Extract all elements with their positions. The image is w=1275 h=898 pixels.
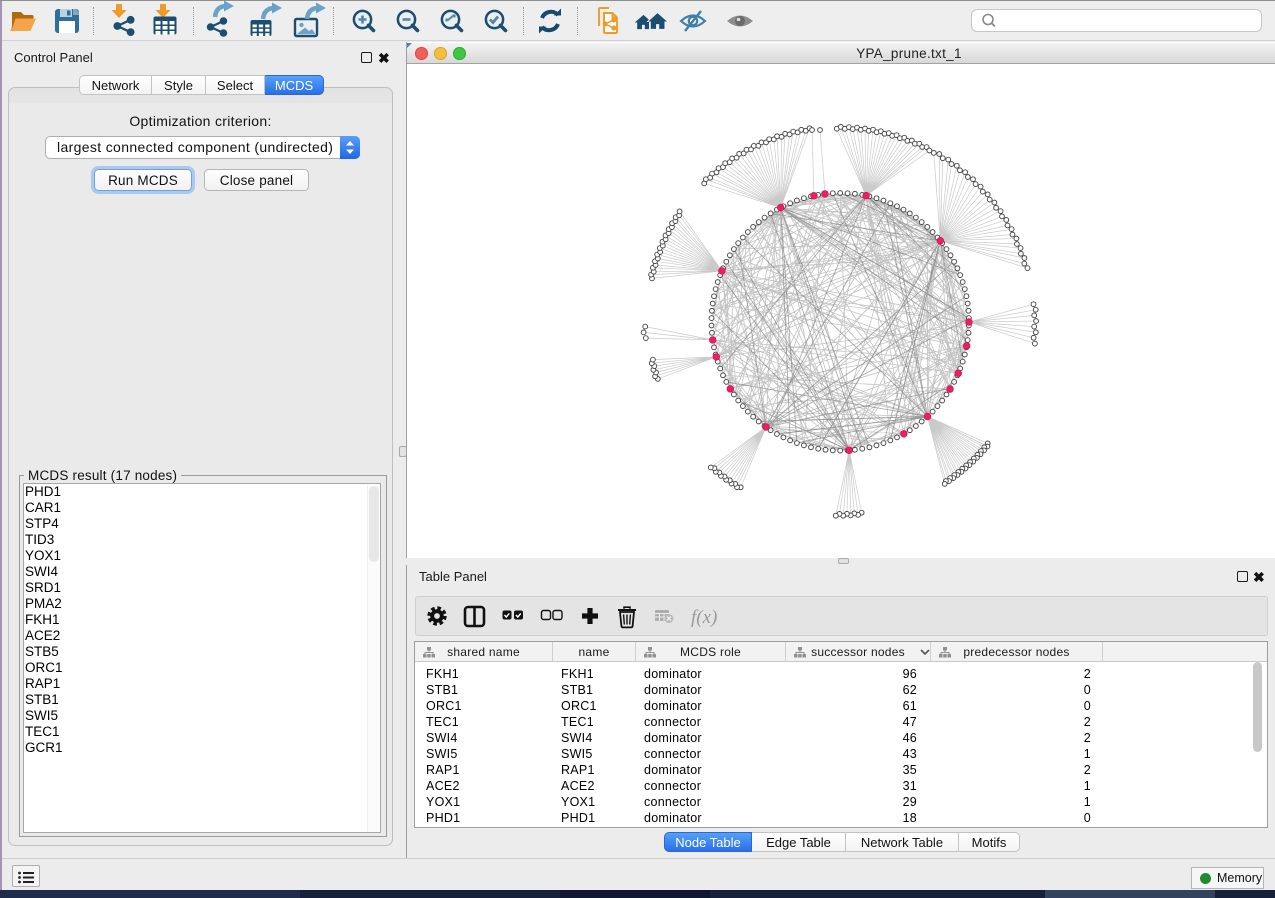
svg-text:f(x): f(x): [691, 607, 717, 628]
